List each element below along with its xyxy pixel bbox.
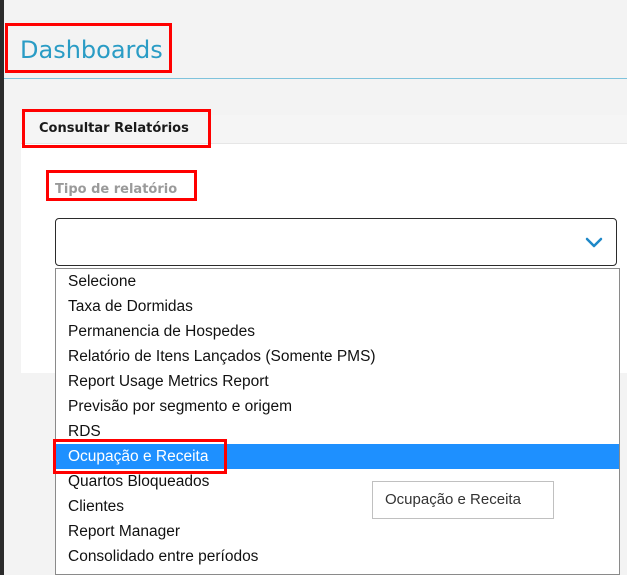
option-previsao-segmento-origem[interactable]: Previsão por segmento e origem	[56, 394, 619, 419]
option-report-usage-metrics[interactable]: Report Usage Metrics Report	[56, 369, 619, 394]
chevron-down-icon[interactable]	[584, 232, 604, 252]
annotation-box-panel-title	[22, 109, 211, 148]
annotation-box-selected-option	[53, 439, 227, 474]
option-tooltip: Ocupação e Receita	[372, 481, 554, 519]
option-report-manager[interactable]: Report Manager	[56, 519, 619, 544]
option-taxa-de-dormidas[interactable]: Taxa de Dormidas	[56, 294, 619, 319]
left-edge-bar	[0, 0, 4, 575]
report-type-select[interactable]	[55, 218, 617, 266]
option-selecione[interactable]: Selecione	[56, 269, 619, 294]
option-consolidado-entre-periodos[interactable]: Consolidado entre períodos	[56, 544, 619, 569]
title-divider	[4, 78, 627, 79]
annotation-box-title	[5, 23, 172, 73]
option-permanencia-de-hospedes[interactable]: Permanencia de Hospedes	[56, 319, 619, 344]
annotation-box-field-label	[46, 170, 197, 201]
report-type-options-list[interactable]: Selecione Taxa de Dormidas Permanencia d…	[55, 268, 620, 575]
option-relatorio-itens-lancados[interactable]: Relatório de Itens Lançados (Somente PMS…	[56, 344, 619, 369]
